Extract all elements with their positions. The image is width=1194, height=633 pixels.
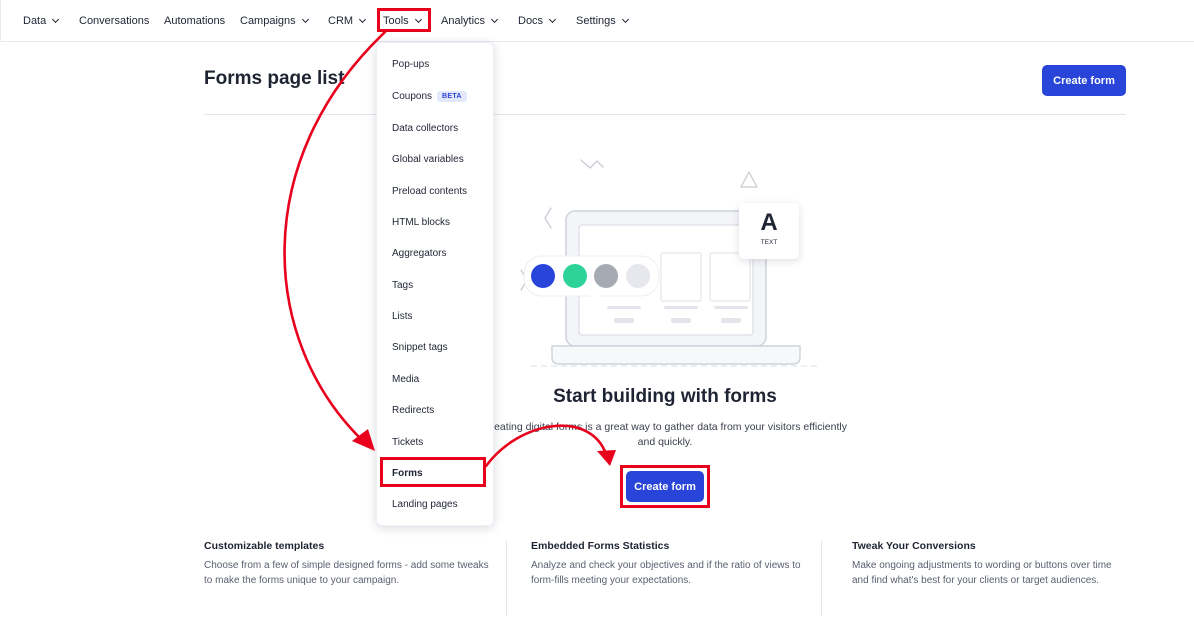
menu-item-label: Lists (392, 310, 413, 322)
nav-item-label: Automations (164, 15, 226, 27)
nav-item-conversations[interactable]: Conversations (79, 13, 149, 29)
top-navigation: Data Conversations Automations Campaigns… (0, 0, 1194, 42)
chevron-down-icon (52, 15, 60, 24)
menu-item-aggregators[interactable]: Aggregators (392, 246, 446, 260)
text-card-letter: A (760, 209, 778, 236)
nav-item-docs[interactable]: Docs (518, 13, 557, 29)
menu-item-html-blocks[interactable]: HTML blocks (392, 215, 450, 229)
nav-item-analytics[interactable]: Analytics (441, 13, 499, 29)
create-form-highlight-box (620, 465, 710, 508)
nav-item-automations[interactable]: Automations (164, 13, 225, 29)
feature-text: Analyze and check your objectives and if… (531, 560, 801, 586)
empty-state-title: Start building with forms (553, 386, 777, 407)
menu-item-label: Snippet tags (392, 341, 448, 353)
nav-item-crm[interactable]: CRM (328, 13, 367, 29)
empty-state-description: Creating digital forms is a great way to… (483, 421, 847, 448)
menu-item-coupons[interactable]: Coupons BETA (392, 89, 467, 103)
header-divider (204, 114, 1126, 115)
color-swatch[interactable] (594, 264, 618, 288)
nav-item-label: Data (23, 15, 47, 27)
menu-item-landing-pages[interactable]: Landing pages (392, 497, 458, 511)
menu-item-label: Data collectors (392, 122, 459, 134)
feature-text: Choose from a few of simple designed for… (204, 560, 489, 586)
feature-title: Tweak Your Conversions (852, 540, 976, 552)
menu-item-snippet-tags[interactable]: Snippet tags (392, 340, 448, 354)
forms-highlight-box (380, 457, 486, 487)
text-card-label: TEXT (760, 239, 778, 246)
menu-item-media[interactable]: Media (392, 372, 419, 386)
menu-item-label: Tickets (392, 436, 424, 448)
nav-item-label: Conversations (79, 15, 150, 27)
menu-item-lists[interactable]: Lists (392, 309, 413, 323)
menu-item-label: Media (392, 373, 420, 385)
feature-tweak-conversions: Tweak Your Conversions Make ongoing adju… (852, 540, 1126, 588)
nav-item-campaigns[interactable]: Campaigns (240, 13, 309, 29)
feature-title: Embedded Forms Statistics (531, 540, 670, 552)
menu-item-global-variables[interactable]: Global variables (392, 152, 464, 166)
menu-item-preload-contents[interactable]: Preload contents (392, 184, 467, 198)
feature-divider (506, 541, 507, 616)
menu-item-pop-ups[interactable]: Pop-ups (392, 57, 429, 71)
nav-item-label: CRM (328, 15, 354, 27)
feature-divider (821, 541, 822, 616)
chevron-down-icon (359, 15, 367, 24)
menu-item-label: Redirects (392, 404, 435, 416)
color-swatch[interactable] (563, 264, 587, 288)
chevron-down-icon (621, 15, 629, 24)
create-form-header-button[interactable]: Create form (1042, 65, 1126, 96)
tools-dropdown-menu: Pop-ups Coupons BETA Data collectors Glob… (376, 42, 494, 526)
feature-text: Make ongoing adjustments to wording or b… (852, 560, 1112, 586)
feature-title: Customizable templates (204, 540, 325, 552)
feature-customizable-templates: Customizable templates Choose from a few… (204, 540, 494, 588)
tools-highlight-box (377, 8, 431, 32)
menu-item-label: Aggregators (392, 247, 447, 259)
menu-item-label: HTML blocks (392, 216, 450, 228)
color-swatch[interactable] (531, 264, 555, 288)
menu-item-label: Global variables (392, 153, 464, 165)
nav-item-label: Analytics (441, 15, 486, 27)
menu-item-label: Landing pages (392, 498, 458, 510)
nav-item-data[interactable]: Data (23, 13, 60, 29)
menu-item-label: Tags (392, 279, 414, 291)
menu-item-data-collectors[interactable]: Data collectors (392, 121, 458, 135)
menu-item-label: Coupons (392, 90, 433, 102)
nav-item-label: Docs (518, 15, 544, 27)
chevron-down-icon (490, 15, 499, 24)
text-element-card: A TEXT (739, 203, 799, 259)
color-swatch[interactable] (626, 264, 650, 288)
nav-item-label: Campaigns (240, 15, 296, 27)
chevron-down-icon (301, 15, 309, 24)
nav-item-settings[interactable]: Settings (576, 13, 629, 29)
laptop-illustration (520, 159, 821, 367)
feature-embedded-statistics: Embedded Forms Statistics Analyze and ch… (531, 540, 811, 588)
beta-badge: BETA (437, 90, 467, 102)
nav-item-label: Settings (576, 15, 616, 27)
menu-item-tickets[interactable]: Tickets (392, 435, 423, 449)
menu-item-tags[interactable]: Tags (392, 278, 413, 292)
page-title: Forms page list (204, 68, 345, 89)
chevron-down-icon (549, 15, 557, 24)
menu-item-label: Pop-ups (392, 58, 430, 70)
annotation-arrows (283, 30, 616, 468)
menu-item-label: Preload contents (392, 185, 468, 197)
menu-item-redirects[interactable]: Redirects (392, 403, 434, 417)
